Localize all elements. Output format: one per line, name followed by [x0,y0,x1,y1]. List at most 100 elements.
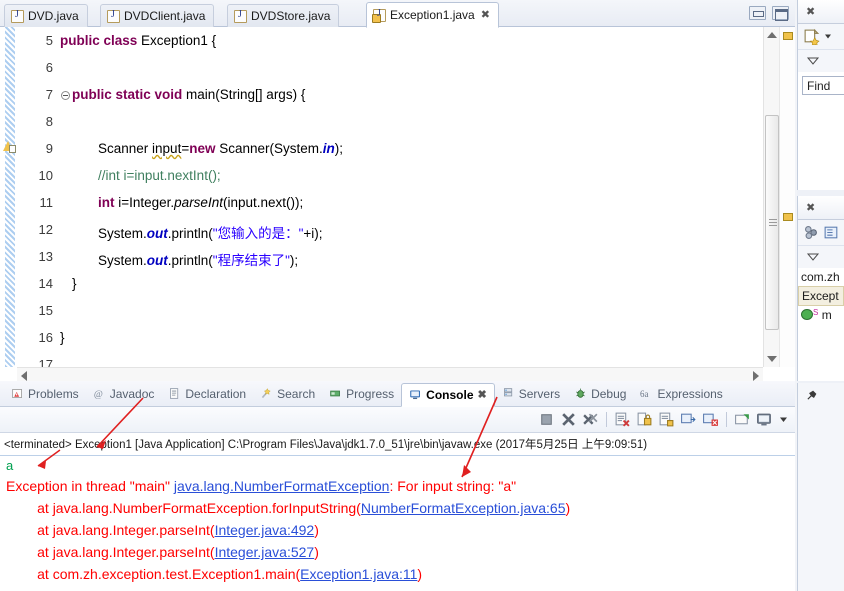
code-editor-pane[interactable]: 5 6 7 8 9 10 11 12 13 14 15 16 17 public… [0,27,795,381]
pin-icon[interactable] [805,389,818,402]
scrollbar-thumb[interactable] [765,115,779,330]
source-code-text[interactable]: public class Exception1 { public static … [60,27,760,367]
line-number: 16 [38,330,53,345]
tab-debug[interactable]: Debug [567,382,633,406]
code-text: .println( [167,253,213,268]
editor-tab-dvdclient[interactable]: DVDClient.java [100,4,215,27]
eclipse-ide-window: DVD.java DVDClient.java DVDStore.java Ex… [0,0,844,591]
console-link[interactable]: NumberFormatException.java:65 [361,500,566,516]
code-field: out [146,253,168,268]
search-view-tab[interactable]: ✖ [798,0,844,24]
editor-horizontal-scrollbar[interactable] [17,367,763,381]
display-selected-console-icon[interactable] [680,411,697,428]
tab-progress[interactable]: Progress [322,382,401,406]
terminate-icon[interactable] [538,411,555,428]
console-link[interactable]: Integer.java:527 [215,544,315,560]
tab-label: Console [426,387,474,402]
tab-search[interactable]: Search [253,382,322,406]
tab-javadoc[interactable]: @ Javadoc [86,382,162,406]
close-icon[interactable]: ✖ [806,5,815,18]
scroll-up-icon[interactable] [767,32,777,38]
tab-close-icon[interactable]: ✖ [478,388,487,401]
editor-tab-dvd[interactable]: DVD.java [4,4,88,27]
tab-label: Progress [346,386,395,401]
java-file-icon [234,9,247,23]
code-string: "程序结束了" [212,253,290,268]
outline-item-package[interactable]: com.zh [798,268,844,286]
console-output-area[interactable]: <terminated> Exception1 [Java Applicatio… [0,433,795,591]
scroll-left-icon[interactable] [21,371,27,381]
method-icon [801,309,813,320]
sort-icon[interactable] [803,224,820,241]
scroll-down-icon[interactable] [767,356,777,362]
editor-area: DVD.java DVDClient.java DVDStore.java Ex… [0,0,795,381]
editor-overview-ruler[interactable] [779,27,795,367]
clear-console-icon[interactable] [614,411,631,428]
new-console-view-icon[interactable] [756,411,773,428]
code-line-10: //int i=input.nextInt(); [98,168,221,183]
changed-lines-stripe [5,27,15,367]
tab-label: Expressions [657,386,723,401]
code-text: main(String[] args) { [182,87,306,102]
console-text: ) [314,522,319,538]
tab-expressions[interactable]: 6a Expressions [633,382,729,406]
remove-all-terminated-icon[interactable] [582,411,599,428]
line-number: 9 [45,141,53,156]
outline-view-toolbar [798,220,844,246]
code-text: System. [98,253,147,268]
pin-console-icon[interactable] [658,411,675,428]
remove-launch-icon[interactable] [560,411,577,428]
outline-item-label: Except [802,289,839,303]
outline-item-method[interactable]: S m [798,306,844,324]
close-icon[interactable]: ✖ [806,201,815,214]
warning-marker-icon[interactable] [2,140,16,153]
console-link[interactable]: Exception1.java:11 [300,566,417,582]
scroll-lock-icon[interactable] [636,411,653,428]
tab-close-icon[interactable]: ✖ [481,9,490,21]
tab-problems[interactable]: Problems [4,382,86,406]
scroll-right-icon[interactable] [753,371,759,381]
view-menu-icon[interactable] [806,55,820,67]
tab-servers[interactable]: Servers [495,382,567,406]
console-text: : For input string: "a" [389,478,517,494]
editor-vertical-scrollbar[interactable] [763,27,779,367]
outline-view-tab[interactable]: ✖ [798,196,844,220]
close-console-icon[interactable] [702,411,719,428]
line-number: 13 [38,249,53,264]
view-menu-icon[interactable] [778,411,789,428]
maximize-button[interactable] [772,6,789,21]
code-string: "您输入的是：" [212,226,304,241]
editor-tab-label: Exception1.java [390,8,475,22]
view-menu-icon[interactable] [806,251,820,263]
right-lower-placeholder [797,383,844,591]
overview-warning-marker[interactable] [783,213,793,221]
outline-item-label: com.zh [801,270,840,284]
console-link[interactable]: java.lang.NumberFormatException [174,478,390,494]
find-button[interactable]: Find [802,76,844,95]
filter-icon[interactable] [823,224,840,241]
code-text: +i); [303,226,323,241]
line-number: 11 [39,195,54,210]
minimize-button[interactable] [749,6,766,20]
tab-label: Declaration [185,386,247,401]
new-search-icon[interactable] [803,28,820,45]
outline-item-class[interactable]: Except [798,286,844,306]
console-text: at java.lang.NumberFormatException.forIn… [6,500,361,516]
tab-console[interactable]: Console ✖ [401,382,495,407]
tab-declaration[interactable]: Declaration [161,382,253,406]
console-link[interactable]: Integer.java:492 [215,522,315,538]
static-badge: S [813,308,819,317]
expressions-icon: 6a [640,389,648,399]
debug-icon [576,388,585,398]
console-line-stackframe: at java.lang.Integer.parseInt(Integer.ja… [0,519,795,541]
java-file-icon [11,9,24,23]
editor-tab-exception1[interactable]: Exception1.java ✖ [366,2,499,28]
editor-marker-bar[interactable] [0,27,17,367]
open-console-icon[interactable] [734,411,751,428]
chevron-down-icon[interactable] [823,28,833,45]
code-keyword: public class [60,33,138,48]
editor-tab-dvdstore[interactable]: DVDStore.java [227,4,340,27]
line-number: 6 [45,60,53,75]
overview-warning-marker[interactable] [783,32,793,40]
bottom-view-stack: Problems @ Javadoc Declaration Search Pr… [0,381,795,591]
